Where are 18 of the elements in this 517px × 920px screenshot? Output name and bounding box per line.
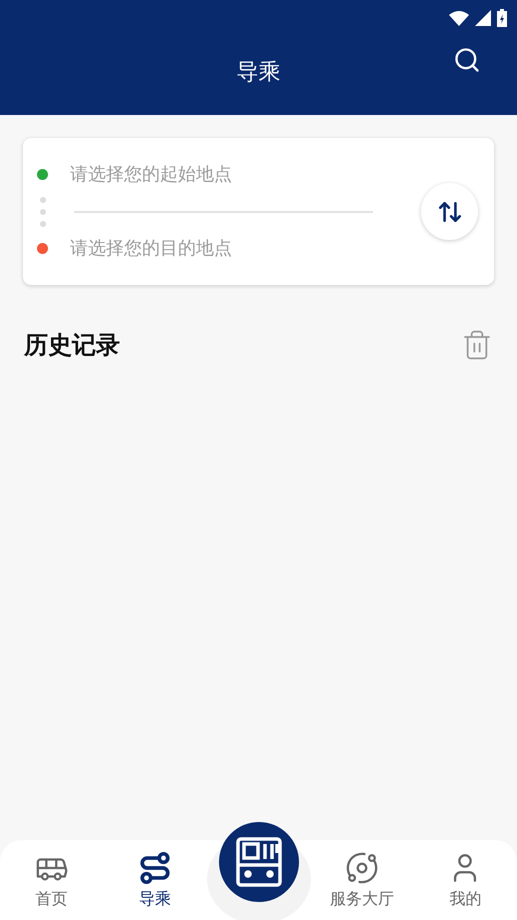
page-title: 导乘 [236,58,280,86]
search-button[interactable] [453,46,481,74]
tab-item[interactable]: 服务大厅 [310,840,414,920]
trash-button[interactable] [461,329,493,361]
swap-button[interactable] [421,183,478,240]
trash-icon [461,329,493,361]
wifi-icon [449,10,469,26]
tab-item[interactable]: 导乘 [103,840,206,920]
tab-item[interactable]: 我的 [414,840,517,920]
battery-icon [497,9,507,27]
search-icon [453,46,481,74]
route-icon [138,851,172,885]
history-title: 历史记录 [24,330,120,361]
location-field[interactable]: 请选择您的目的地点 [70,238,370,259]
tab-item[interactable]: 首页 [0,840,104,920]
signal-icon [475,10,491,26]
planet-icon [345,851,380,885]
location-field[interactable]: 请选择您的起始地点 [70,164,370,185]
